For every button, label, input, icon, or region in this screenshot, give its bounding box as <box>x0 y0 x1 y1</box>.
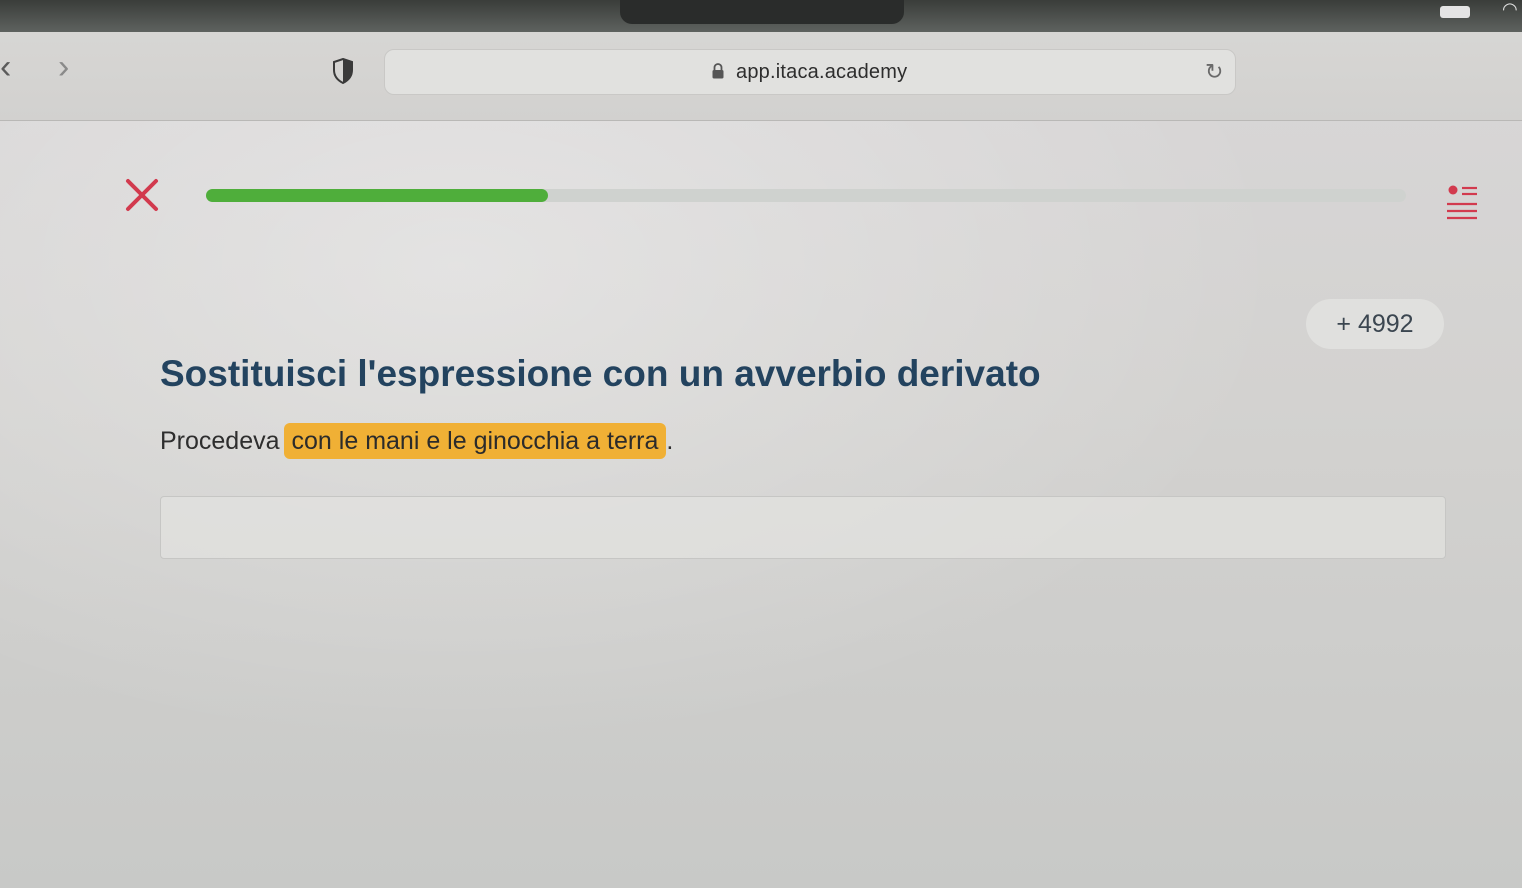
shield-icon[interactable] <box>332 58 354 84</box>
close-icon[interactable] <box>122 175 162 215</box>
lesson-progress-fill <box>206 189 548 202</box>
sentence-suffix: . <box>666 427 674 455</box>
camera-notch <box>620 0 904 24</box>
sentence-prefix: Procedeva <box>160 427 280 455</box>
chevron-left-icon[interactable]: ‹ <box>0 50 11 84</box>
question-title: Sostituisci l'espressione con un avverbi… <box>160 353 1041 394</box>
browser-toolbar: ‹ › app.itaca.academy ↻ <box>0 32 1522 121</box>
exercise-sentence: Procedeva con le mani e le ginocchia a te… <box>160 423 673 459</box>
score-badge: + 4992 <box>1306 299 1444 349</box>
address-bar[interactable]: app.itaca.academy ↻ <box>384 49 1236 95</box>
lesson-progress-bar <box>206 189 1406 202</box>
system-menu-bar: ◠ <box>0 0 1522 32</box>
chevron-right-icon[interactable]: › <box>58 50 69 84</box>
reload-icon[interactable]: ↻ <box>1205 61 1223 83</box>
battery-icon <box>1440 6 1470 18</box>
answer-input[interactable] <box>160 496 1446 559</box>
highlighted-expression: con le mani e le ginocchia a terra <box>283 423 667 459</box>
wifi-icon: ◠ <box>1502 0 1518 19</box>
url-text: app.itaca.academy <box>736 61 908 83</box>
lock-icon <box>712 63 724 79</box>
exercise-list-icon[interactable] <box>1444 184 1480 220</box>
